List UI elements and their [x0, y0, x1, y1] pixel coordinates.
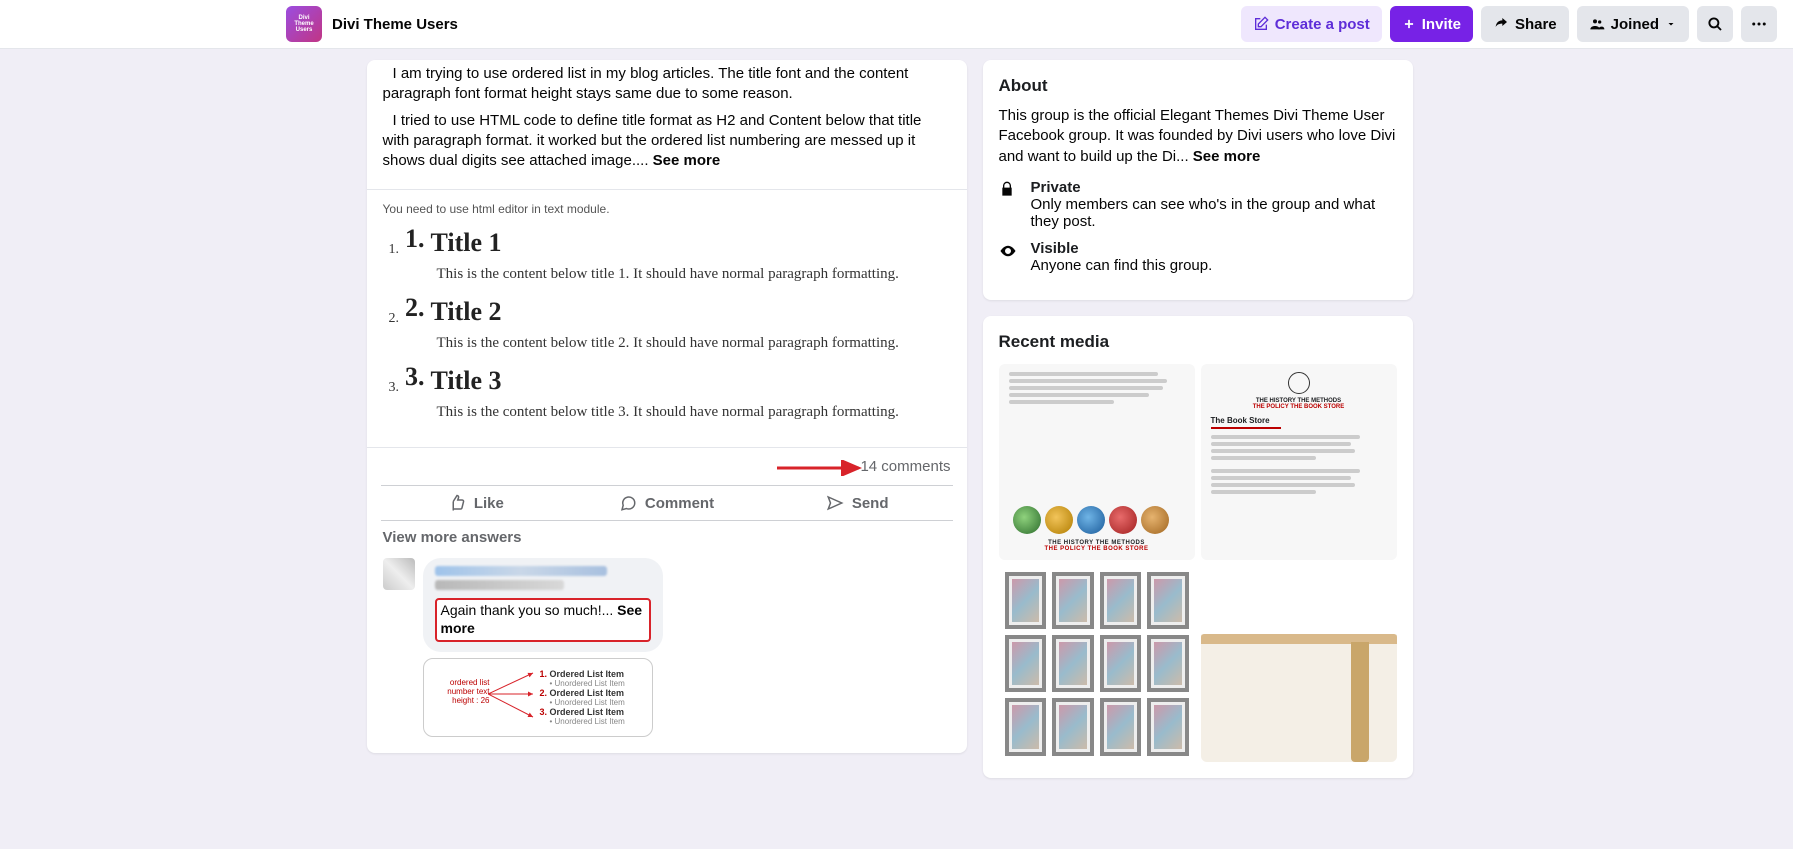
like-label: Like [474, 495, 504, 512]
chevron-down-icon [1665, 18, 1677, 30]
sample-list-body: This is the content below title 1. It sh… [437, 266, 951, 283]
post-paragraph-1: I am trying to use ordered list in my bl… [383, 64, 951, 105]
privacy-title: Private [1031, 179, 1397, 196]
group-avatar[interactable]: DiviThemeUsers [286, 6, 322, 42]
sample-list-body: This is the content below title 3. It sh… [437, 404, 951, 421]
invite-button[interactable]: Invite [1390, 6, 1473, 42]
post-see-more[interactable]: See more [653, 152, 721, 169]
view-more-answers[interactable]: View more answers [367, 521, 967, 554]
diagram-label: ordered list number text height : 26 [430, 679, 490, 705]
recent-media-card: Recent media THE HISTORY THE METHODSTHE … [983, 316, 1413, 778]
sample-list-item: 2.2.Title 2 [383, 297, 951, 327]
share-label: Share [1515, 16, 1557, 33]
like-icon [448, 494, 466, 512]
sample-list-item: 3.3.Title 3 [383, 366, 951, 396]
media-thumbnail[interactable] [999, 566, 1195, 762]
post-paragraph-2: I tried to use HTML code to define title… [383, 111, 951, 172]
lock-icon [999, 181, 1019, 197]
post-attachment[interactable]: You need to use html editor in text modu… [367, 189, 967, 447]
privacy-row: Private Only members can see who's in th… [999, 179, 1397, 230]
search-icon [1706, 15, 1724, 33]
joined-label: Joined [1611, 16, 1659, 33]
visibility-sub: Anyone can find this group. [1031, 257, 1213, 274]
create-post-label: Create a post [1275, 16, 1370, 33]
diagram-arrows [488, 669, 538, 739]
post-action-bar: Like Comment Send [381, 485, 953, 521]
commenter-avatar[interactable] [383, 558, 415, 590]
top-bar: DiviThemeUsers Divi Theme Users Create a… [0, 0, 1793, 49]
like-button[interactable]: Like [381, 486, 572, 520]
comments-count[interactable]: 14 comments [860, 458, 950, 475]
group-title[interactable]: Divi Theme Users [332, 16, 458, 33]
about-heading: About [999, 76, 1397, 96]
privacy-sub: Only members can see who's in the group … [1031, 196, 1397, 230]
media-thumbnail[interactable]: THE HISTORY THE METHODS THE POLICY THE B… [1201, 364, 1397, 560]
search-button[interactable] [1697, 6, 1733, 42]
media-thumbnail[interactable]: THE HISTORY THE METHODSTHE POLICY THE BO… [999, 364, 1195, 560]
post-card: I am trying to use ordered list in my bl… [367, 60, 967, 753]
plus-icon [1402, 17, 1416, 31]
group-icon [1589, 16, 1605, 32]
visibility-title: Visible [1031, 240, 1213, 257]
send-icon [826, 494, 844, 512]
comments-summary-row: 14 comments [367, 447, 967, 485]
dots-icon [1750, 15, 1768, 33]
compose-icon [1253, 16, 1269, 32]
annotation-highlight: Again thank you so much!... See more [435, 598, 651, 642]
send-button[interactable]: Send [762, 486, 953, 520]
attachment-note: You need to use html editor in text modu… [383, 202, 951, 216]
comment-text: Again thank you so much!... See more [441, 602, 643, 636]
eye-icon [999, 242, 1019, 260]
comment-icon [619, 494, 637, 512]
comment-bubble[interactable]: Again thank you so much!... See more [423, 558, 663, 652]
about-card: About This group is the official Elegant… [983, 60, 1413, 300]
invite-label: Invite [1422, 16, 1461, 33]
recent-media-heading: Recent media [999, 332, 1397, 352]
comment-attachment[interactable]: ordered list number text height : 26 1. … [423, 658, 653, 737]
more-button[interactable] [1741, 6, 1777, 42]
visibility-row: Visible Anyone can find this group. [999, 240, 1397, 274]
about-text: This group is the official Elegant Theme… [999, 106, 1397, 167]
sample-list-body: This is the content below title 2. It sh… [437, 335, 951, 352]
comment-item: Again thank you so much!... See more ord… [367, 554, 967, 753]
comment-button[interactable]: Comment [571, 486, 762, 520]
media-thumbnail[interactable] [1201, 566, 1397, 762]
joined-button[interactable]: Joined [1577, 6, 1689, 42]
about-see-more[interactable]: See more [1193, 148, 1261, 165]
send-label: Send [852, 495, 889, 512]
sample-list-item: 1.1.Title 1 [383, 228, 951, 258]
annotation-arrow [777, 460, 867, 476]
share-button[interactable]: Share [1481, 6, 1569, 42]
create-post-button[interactable]: Create a post [1241, 6, 1382, 42]
share-icon [1493, 16, 1509, 32]
comment-label: Comment [645, 495, 714, 512]
